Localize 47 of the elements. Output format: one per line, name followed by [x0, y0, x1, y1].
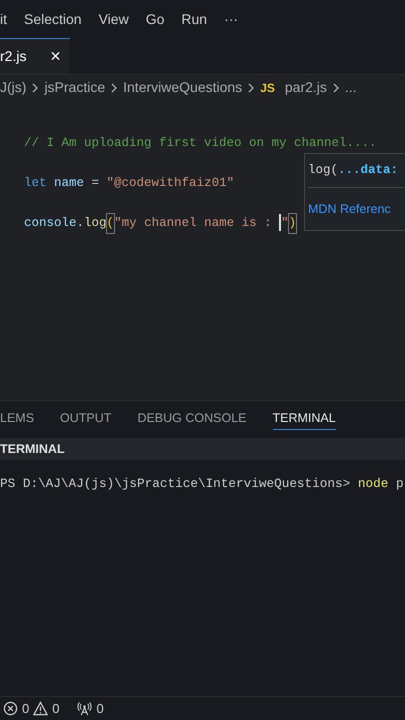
code-token: log — [84, 215, 107, 232]
panel-tab[interactable]: OUTPUT — [60, 408, 112, 430]
error-icon — [3, 701, 18, 716]
breadcrumb-item[interactable]: jsPractice — [44, 77, 106, 98]
code-token: // I Am uploading first video on my channel.... — [24, 135, 377, 152]
close-button[interactable]: × — [46, 43, 64, 70]
breadcrumb-item[interactable]: J(js) — [0, 77, 26, 98]
code-token: " — [281, 215, 289, 232]
code-token: ) — [288, 214, 296, 233]
terminal-text: node — [358, 476, 388, 491]
code-token: ( — [106, 214, 114, 233]
menu-item[interactable]: it — [0, 8, 7, 30]
code-token: "@codewithfaiz01" — [106, 175, 234, 192]
js-file-icon: JS — [260, 78, 275, 96]
chevron-icon — [246, 82, 256, 94]
chevron-icon — [30, 82, 40, 94]
editor-tab[interactable]: r2.js × — [0, 38, 70, 74]
code-token: console — [24, 215, 77, 232]
status-count[interactable]: 0 — [22, 698, 30, 718]
menu-item[interactable]: Go — [146, 8, 164, 30]
breadcrumb-item[interactable]: par2.js — [284, 77, 327, 98]
breadcrumb-item[interactable]: ... — [344, 77, 357, 98]
panel-tab[interactable]: TERMINAL — [272, 408, 336, 430]
menu-item[interactable]: Run — [181, 8, 208, 30]
terminal-header: TERMINAL — [0, 440, 65, 458]
mdn-reference-link[interactable]: MDN Referenc — [308, 200, 391, 218]
menu-item[interactable]: ··· — [224, 8, 238, 30]
panel-tab[interactable]: LEMS — [0, 408, 34, 430]
status-count[interactable]: 0 — [52, 698, 60, 718]
code-token: . — [76, 215, 84, 232]
menu-item[interactable]: View — [98, 8, 129, 30]
signature-token: ...data: — [338, 162, 398, 180]
terminal-text: PS D:\AJ\AJ(js)\jsPractice\InterviweQuestions> — [0, 476, 352, 491]
code-token: = — [90, 175, 100, 192]
code-token: name — [54, 175, 84, 192]
status-count[interactable]: 0 — [96, 698, 104, 718]
menu-item[interactable]: Selection — [24, 8, 82, 30]
breadcrumb-item[interactable]: InterviweQuestions — [123, 77, 242, 98]
panel-tab[interactable]: DEBUG CONSOLE — [137, 408, 246, 430]
warning-icon — [33, 701, 48, 716]
chevron-icon — [330, 82, 341, 94]
signature-token: log( — [308, 162, 338, 180]
code-token: let — [24, 175, 48, 192]
chevron-icon — [109, 82, 120, 94]
terminal-text: p — [394, 476, 404, 491]
code-token: "my channel name is : — [114, 215, 273, 232]
antenna-icon — [77, 701, 92, 716]
